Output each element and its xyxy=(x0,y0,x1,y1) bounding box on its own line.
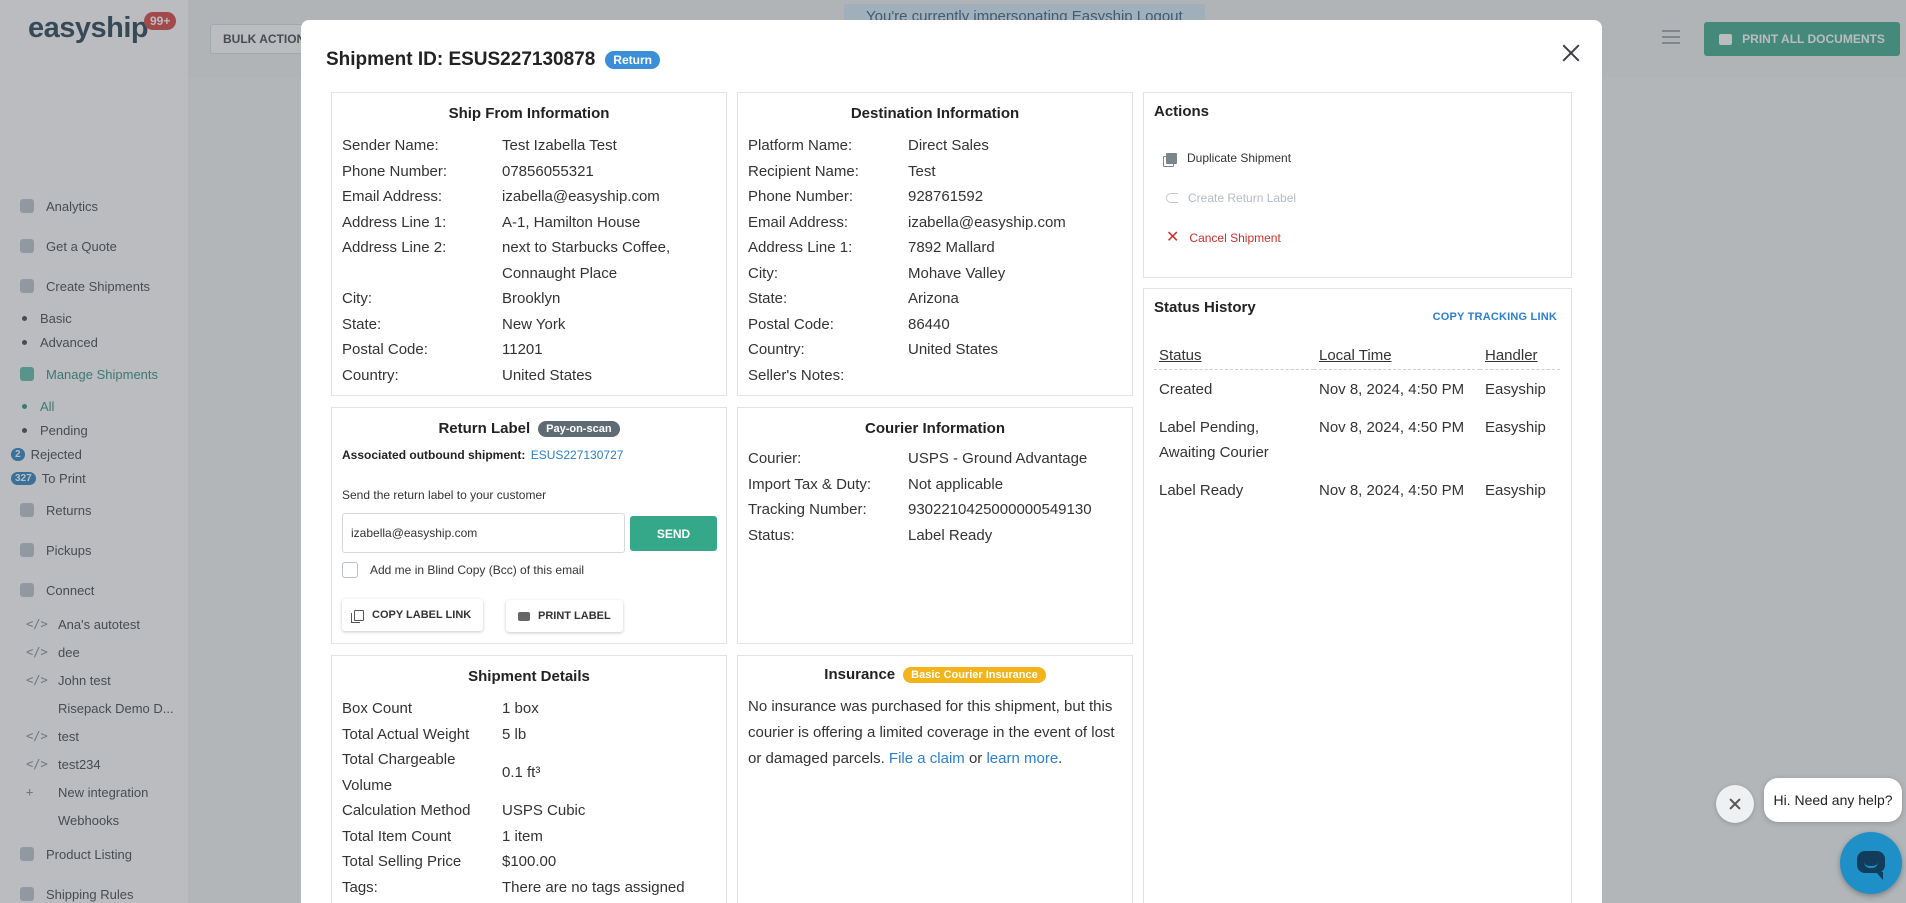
seller-notes-row: Seller's Notes: xyxy=(748,366,845,384)
selling-price-row: Total Selling Price $100.00 xyxy=(342,853,557,870)
duplicate-shipment-button[interactable]: Duplicate Shipment xyxy=(1166,151,1291,165)
table-header: Status Local Time Handler xyxy=(1154,343,1560,370)
city-row: City: Brooklyn xyxy=(342,290,561,307)
insurance-text: No insurance was purchased for this ship… xyxy=(748,698,1115,767)
chat-greeting-bubble[interactable]: Hi. Need any help? xyxy=(1764,778,1902,822)
table-row: Label Ready Nov 8, 2024, 4:50 PM Easyshi… xyxy=(1159,482,1546,499)
email-row: Email Address: izabella@easyship.com xyxy=(748,213,1066,231)
create-return-label-button[interactable]: Create Return Label xyxy=(1166,191,1296,205)
actions-title: Actions xyxy=(1154,103,1210,120)
associated-shipment: Associated outbound shipment: ESUS227130… xyxy=(342,448,624,462)
chargeable-volume-row: Total Chargeable Volume 0.1 ft³ xyxy=(342,751,541,794)
recipient-email-input[interactable] xyxy=(342,513,625,553)
close-icon[interactable] xyxy=(1558,40,1584,66)
email-row: Email Address: izabella@easyship.com xyxy=(342,188,660,205)
actual-weight-row: Total Actual Weight 5 lb xyxy=(342,725,527,743)
basic-insurance-badge: Basic Courier Insurance xyxy=(903,666,1046,683)
status-history-table: Status Local Time Handler Created Nov 8,… xyxy=(1154,343,1560,510)
courier-title: Courier Information xyxy=(864,420,1005,437)
courier-card: Courier Information Courier: USPS - Groun… xyxy=(737,407,1133,644)
postal-code-row: Postal Code: 11201 xyxy=(342,341,543,358)
shipment-details-fields: Box Count 1 box Total Actual Weight 5 lb T… xyxy=(342,696,716,900)
learn-more-link[interactable]: learn more xyxy=(986,750,1058,767)
ship-from-fields: Sender Name: Test Izabella Test Phone Num… xyxy=(342,133,716,388)
ship-from-card: Ship From Information Sender Name: Test I… xyxy=(331,92,727,396)
file-claim-link[interactable]: File a claim xyxy=(889,750,965,767)
bcc-option[interactable]: Add me in Blind Copy (Bcc) of this email xyxy=(342,562,584,578)
copy-tracking-link-button[interactable]: COPY TRACKING LINK xyxy=(1433,311,1557,323)
destination-title: Destination Information xyxy=(850,105,1020,122)
phone-row: Phone Number: 07856055321 xyxy=(342,162,594,180)
table-row: Label Pending, Awaiting Courier Nov 8, 2… xyxy=(1159,419,1546,461)
phone-row: Phone Number: 928761592 xyxy=(748,188,984,205)
status-column-header[interactable]: Status xyxy=(1154,343,1314,370)
status-history-title: Status History xyxy=(1154,299,1256,316)
local-time-column-header[interactable]: Local Time xyxy=(1314,343,1480,370)
print-label-button[interactable]: PRINT LABEL xyxy=(506,600,623,632)
table-row: Created Nov 8, 2024, 4:50 PM Easyship xyxy=(1159,380,1546,398)
destination-card: Destination Information Platform Name: Di… xyxy=(737,92,1133,396)
insurance-title: Insurance Basic Courier Insurance xyxy=(738,666,1132,683)
sender-name-row: Sender Name: Test Izabella Test xyxy=(342,137,617,154)
state-row: State: New York xyxy=(342,315,566,333)
handler-column-header[interactable]: Handler xyxy=(1480,343,1560,370)
actions-card: Actions Duplicate Shipment Create Return… xyxy=(1143,92,1572,278)
courier-fields: Courier: USPS - Ground Advantage Import T… xyxy=(748,446,1122,548)
associated-shipment-link[interactable]: ESUS227130727 xyxy=(531,448,624,462)
tax-duty-row: Import Tax & Duty: Not applicable xyxy=(748,475,1004,493)
chat-dismiss-icon[interactable] xyxy=(1716,785,1754,823)
copy-icon xyxy=(351,609,364,623)
shipment-details-title: Shipment Details xyxy=(468,668,590,685)
duplicate-icon xyxy=(1166,152,1177,164)
item-count-row: Total Item Count 1 item xyxy=(342,827,543,845)
chat-launcher-button[interactable] xyxy=(1840,832,1902,894)
destination-fields: Platform Name: Direct Sales Recipient Nam… xyxy=(748,133,1122,388)
address1-row: Address Line 1: 7892 Mallard xyxy=(748,239,995,256)
state-row: State: Arizona xyxy=(748,290,959,307)
copy-label-link-button[interactable]: COPY LABEL LINK xyxy=(342,599,484,631)
status-row: Status: Label Ready xyxy=(748,526,993,544)
status-history-card: Status History COPY TRACKING LINK Status… xyxy=(1143,288,1572,903)
address2-row: Address Line 2: next to Starbucks Coffee,… xyxy=(342,239,671,282)
tags-row: Tags: There are no tags assigned xyxy=(342,878,685,896)
tracking-number-row: Tracking Number: 9302210425000000549130 xyxy=(748,501,1092,518)
country-row: Country: United States xyxy=(342,366,593,384)
send-hint: Send the return label to your customer xyxy=(342,488,547,502)
courier-row: Courier: USPS - Ground Advantage xyxy=(748,450,1088,467)
return-label-card: Return Label Pay-on-scan Associated outb… xyxy=(331,407,727,644)
cancel-shipment-button[interactable]: ✕ Cancel Shipment xyxy=(1166,229,1281,246)
modal-title: Shipment ID: ESUS227130878 Return xyxy=(326,49,660,71)
box-count-row: Box Count 1 box xyxy=(342,700,539,717)
return-label-title: Return Label Pay-on-scan xyxy=(332,420,726,437)
cancel-x-icon: ✕ xyxy=(1166,229,1180,246)
ship-from-title: Ship From Information xyxy=(448,105,610,122)
insurance-card: Insurance Basic Courier Insurance No ins… xyxy=(737,655,1133,903)
platform-row: Platform Name: Direct Sales xyxy=(748,137,989,154)
return-badge: Return xyxy=(605,51,660,69)
chat-icon xyxy=(1857,851,1885,880)
postal-code-row: Postal Code: 86440 xyxy=(748,315,950,333)
address1-row: Address Line 1: A-1, Hamilton House xyxy=(342,213,641,231)
country-row: Country: United States xyxy=(748,341,999,358)
printer-icon xyxy=(518,611,530,621)
send-button[interactable]: SEND xyxy=(630,516,717,551)
shipment-modal: Shipment ID: ESUS227130878 Return Ship F… xyxy=(301,20,1602,903)
city-row: City: Mohave Valley xyxy=(748,264,1006,282)
pay-on-scan-badge: Pay-on-scan xyxy=(538,420,620,437)
shipment-details-card: Shipment Details Box Count 1 box Total Ac… xyxy=(331,655,727,903)
calculation-method-row: Calculation Method USPS Cubic xyxy=(342,802,586,819)
return-arrow-icon xyxy=(1166,193,1178,203)
bcc-checkbox[interactable] xyxy=(342,562,358,578)
recipient-row: Recipient Name: Test xyxy=(748,162,936,180)
